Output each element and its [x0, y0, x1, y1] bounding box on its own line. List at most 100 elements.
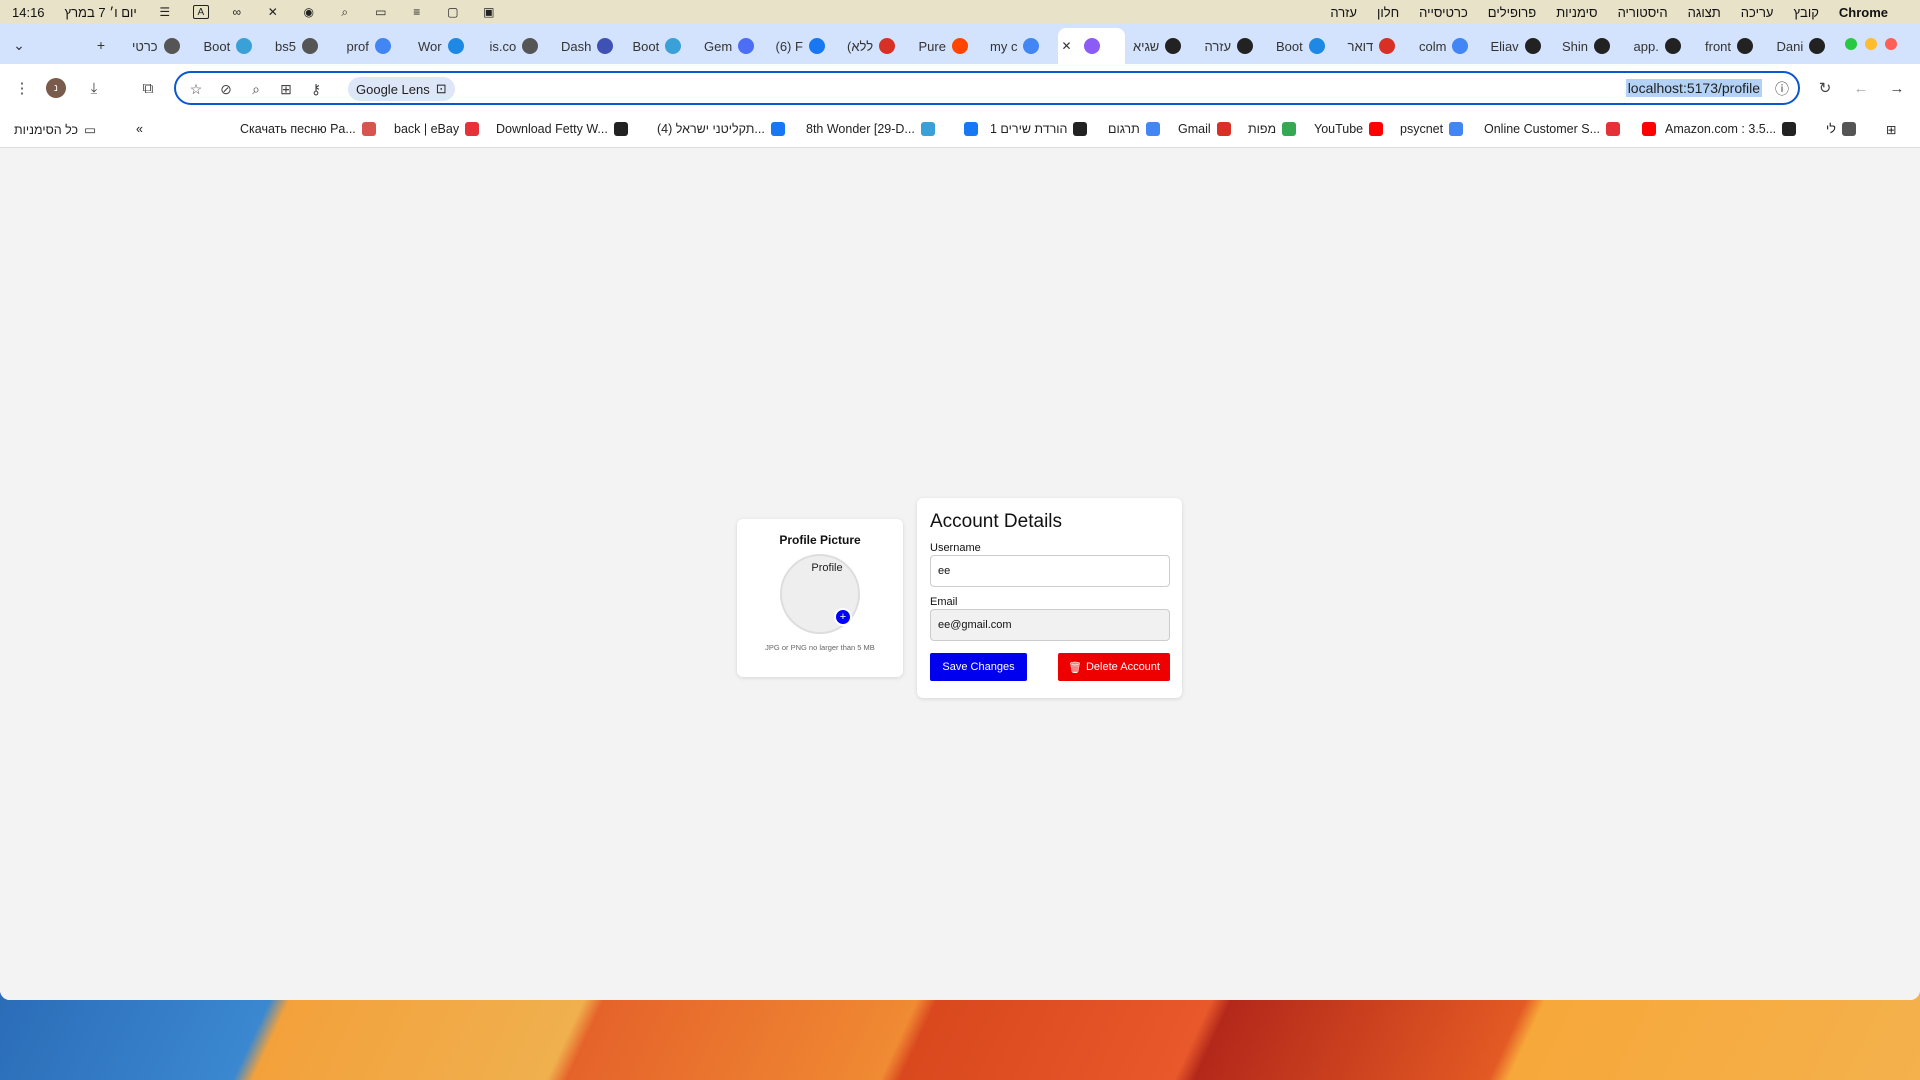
bookmark-label: תרגום	[1108, 122, 1140, 136]
browser-tab[interactable]: Wor	[414, 32, 482, 60]
browser-tab[interactable]: Eliav	[1487, 32, 1555, 60]
bookmark-item[interactable]: back | eBay	[394, 122, 480, 136]
link-icon[interactable]: ∞	[229, 5, 245, 19]
browser-tab[interactable]: עזרה	[1201, 32, 1269, 60]
bookmark-item[interactable]: (4) תקליטני ישראל...	[657, 122, 785, 136]
bookmark-item[interactable]: 8th Wonder [29-D...	[806, 122, 935, 136]
delete-account-label: Delete Account	[1085, 661, 1160, 673]
menu-item[interactable]: פרופילים	[1488, 5, 1536, 20]
browser-tab[interactable]: front	[1701, 32, 1769, 60]
bookmark-item[interactable]: הורדת שירים 1	[990, 122, 1088, 136]
browser-tab[interactable]: (6) F	[772, 32, 840, 60]
bookmark-item[interactable]	[958, 122, 978, 136]
bookmark-item[interactable]: psycnet	[1400, 122, 1464, 136]
forward-icon[interactable]: →	[1887, 78, 1907, 98]
browser-tab[interactable]: (ללא	[843, 32, 911, 60]
delete-account-button[interactable]: 🗑 Delete Account	[1058, 653, 1170, 681]
new-tab-icon[interactable]: +	[90, 34, 112, 56]
menu-item[interactable]: קובץ	[1794, 5, 1819, 20]
password-key-icon[interactable]: ⚷	[306, 79, 326, 99]
back-icon[interactable]: ←	[1851, 78, 1871, 98]
menu-item[interactable]: תצוגה	[1688, 5, 1721, 20]
browser-tab[interactable]: Dani	[1773, 32, 1841, 60]
all-bookmarks[interactable]: כל הסימניות ▭	[14, 122, 96, 138]
bookmark-item[interactable]: תרגום	[1108, 122, 1160, 136]
close-window-icon[interactable]	[1885, 38, 1897, 50]
tab-search-icon[interactable]: ⌄	[8, 34, 30, 56]
spotlight-icon[interactable]: ⌕	[337, 5, 353, 19]
browser-tab[interactable]: prof	[343, 32, 411, 60]
close-tab-icon[interactable]: ✕	[1062, 39, 1072, 53]
browser-tab[interactable]: my c	[986, 32, 1054, 60]
address-bar[interactable]: ☆ ⊘ ⌕ ⊞ ⚷ Google Lens ⊡ localhost:5173/p…	[174, 71, 1800, 105]
browser-tab[interactable]: Boot	[629, 32, 697, 60]
bd-icon	[236, 38, 253, 54]
date[interactable]: יום ו׳ 7 במרץ	[65, 5, 137, 20]
bookmark-item[interactable]	[1636, 122, 1656, 136]
browser-tab[interactable]: Boot	[200, 32, 268, 60]
battery-icon[interactable]: ▭	[373, 5, 389, 19]
browser-tab[interactable]: ✕	[1057, 28, 1125, 64]
clock[interactable]: 14:16	[12, 5, 45, 20]
maximize-icon[interactable]	[1845, 38, 1857, 50]
menu-item[interactable]: כרטיסייה	[1419, 5, 1468, 20]
control-center-icon[interactable]: ☰	[157, 5, 173, 19]
browser-tab[interactable]: Gem	[700, 32, 768, 60]
bookmark-item[interactable]: Download Fetty W...	[496, 122, 628, 136]
username-input[interactable]	[930, 555, 1170, 587]
browser-tab[interactable]: שגיא	[1129, 32, 1197, 60]
bookmark-item[interactable]: לי	[1826, 122, 1856, 136]
upload-photo-icon[interactable]: +	[834, 608, 852, 626]
bookmark-item[interactable]: Gmail	[1178, 122, 1231, 136]
bookmark-item[interactable]: YouTube	[1314, 122, 1384, 136]
reload-icon[interactable]: ↻	[1815, 78, 1835, 98]
browser-tab[interactable]: app.	[1630, 32, 1698, 60]
save-changes-button[interactable]: Save Changes	[930, 653, 1027, 681]
minimize-icon[interactable]	[1865, 38, 1877, 50]
browser-tab[interactable]: is.co	[486, 32, 554, 60]
browser-tab[interactable]: Pure	[915, 32, 983, 60]
profile-avatar-image[interactable]: Profile +	[780, 554, 860, 634]
window-icon[interactable]: ▢	[445, 5, 461, 19]
bookmark-item[interactable]: מפות	[1248, 122, 1297, 136]
facebook-icon	[808, 38, 825, 54]
bookmark-star-icon[interactable]: ☆	[186, 79, 206, 99]
user-icon[interactable]: ◉	[301, 5, 317, 19]
menu-dots-icon[interactable]: ⋮	[12, 78, 32, 98]
input-source-icon[interactable]: A	[192, 5, 209, 19]
extensions-icon[interactable]: ⧉	[138, 78, 158, 98]
browser-tab[interactable]: colm	[1415, 32, 1483, 60]
app-name-menu[interactable]: Chrome	[1839, 5, 1888, 20]
bookmark-item[interactable]: Amazon.com : 3.5...	[1665, 122, 1797, 136]
downloads-icon[interactable]: ⤓	[84, 78, 104, 98]
screen-icon[interactable]: ▣	[481, 5, 497, 19]
apps-grid-icon[interactable]: ⊞	[1886, 122, 1896, 137]
menu-item[interactable]: היסטוריה	[1618, 5, 1668, 20]
url-text[interactable]: localhost:5173/profile	[1625, 79, 1762, 97]
email-input[interactable]	[930, 609, 1170, 641]
browser-tab[interactable]: bs5	[271, 32, 339, 60]
menu-item[interactable]: חלון	[1377, 5, 1399, 20]
menu-item[interactable]: עריכה	[1741, 5, 1774, 20]
bookmarks-overflow-icon[interactable]: «	[136, 122, 143, 136]
browser-tab[interactable]: Dash	[557, 32, 625, 60]
browser-tab[interactable]: Boot	[1272, 32, 1340, 60]
bluetooth-icon[interactable]: ✕	[265, 5, 281, 19]
bookmark-label: Online Customer S...	[1484, 122, 1601, 136]
bookmark-item[interactable]: Скачать песню Pa...	[240, 122, 376, 136]
translate-icon[interactable]: ⊞	[276, 79, 296, 99]
eye-off-icon[interactable]: ⊘	[216, 79, 236, 99]
menu-item[interactable]: עזרה	[1330, 5, 1357, 20]
browser-tab[interactable]: דואר	[1344, 32, 1412, 60]
browser-tab[interactable]: כרטי	[128, 32, 196, 60]
profile-avatar[interactable]: נ	[46, 78, 66, 98]
menubar-menus: עזרה חלון כרטיסייה פרופילים סימניות היסטוריה ת…	[1330, 5, 1908, 20]
browser-tab[interactable]: Shin	[1558, 32, 1626, 60]
stack-icon[interactable]: ≡	[409, 5, 425, 19]
bookmark-item[interactable]: Online Customer S...	[1484, 122, 1621, 136]
zoom-icon[interactable]: ⌕	[246, 79, 266, 99]
menu-item[interactable]: סימניות	[1556, 5, 1597, 20]
google-lens-chip[interactable]: Google Lens ⊡	[348, 77, 455, 101]
site-info-icon[interactable]: ⓘ	[1772, 79, 1792, 99]
account-details-title: Account Details	[930, 511, 1063, 532]
